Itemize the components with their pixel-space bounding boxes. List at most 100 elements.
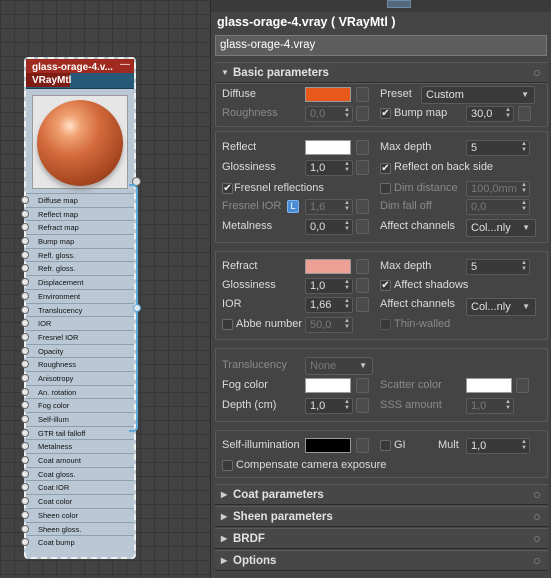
metalness-spinner[interactable]: 0,0 ▲ ▼ <box>305 219 353 235</box>
bump-map-checkbox[interactable]: ✔ <box>380 108 391 119</box>
socket-input-icon[interactable] <box>21 305 29 314</box>
section-coat-parameters[interactable]: ▶ Coat parameters <box>215 484 548 505</box>
node-socket-row[interactable]: Reflect map <box>21 206 134 221</box>
reflect-affect-channels-dropdown[interactable]: Col...nly ▼ <box>466 219 536 237</box>
material-node[interactable]: glass-orage-4.v... VRayMtl — Diffuse map… <box>21 57 141 559</box>
refract-map-button[interactable] <box>356 259 369 274</box>
node-socket-row[interactable]: Coat color <box>21 494 134 508</box>
socket-input-icon[interactable] <box>21 510 29 519</box>
mult-spinner[interactable]: 1,0 ▲ ▼ <box>466 438 530 454</box>
socket-input-icon[interactable] <box>21 237 29 246</box>
socket-input-icon[interactable] <box>21 264 29 273</box>
reflect-color-swatch[interactable] <box>305 140 351 155</box>
ior-spinner[interactable]: 1,66 ▲ ▼ <box>305 297 353 313</box>
node-socket-row[interactable]: Environment <box>21 288 134 303</box>
node-socket-row[interactable]: An. rotation <box>21 384 134 399</box>
reflect-glossiness-spinner[interactable]: 1,0 ▲ ▼ <box>305 160 353 176</box>
reflect-map-button[interactable] <box>356 140 369 155</box>
dim-distance-spinner[interactable]: 100,0mm ▲ ▼ <box>466 181 530 197</box>
fresnel-ior-spinner[interactable]: 1,6 ▲ ▼ <box>305 199 353 215</box>
node-socket-row[interactable]: Fog color <box>21 398 134 412</box>
node-socket-row[interactable]: Translucency <box>21 302 134 317</box>
socket-input-icon[interactable] <box>21 483 29 492</box>
socket-input-icon[interactable] <box>21 469 29 478</box>
roughness-spinner[interactable]: 0,0 ▲ ▼ <box>305 106 353 122</box>
node-socket-row[interactable]: Metalness <box>21 439 134 454</box>
socket-input-icon[interactable] <box>21 387 29 396</box>
refract-glossiness-map-button[interactable] <box>356 278 369 293</box>
thin-walled-checkbox[interactable] <box>380 319 391 330</box>
refract-affect-channels-dropdown[interactable]: Col...nly ▼ <box>466 298 536 316</box>
node-header[interactable]: glass-orage-4.v... VRayMtl — <box>26 59 134 89</box>
node-socket-row[interactable]: Sheen gloss. <box>21 521 134 536</box>
sss-amount-spinner[interactable]: 1,0 ▲ ▼ <box>466 398 514 414</box>
ior-map-button[interactable] <box>356 297 369 312</box>
compensate-exposure-checkbox[interactable] <box>222 460 233 471</box>
socket-input-icon[interactable] <box>21 332 29 341</box>
socket-input-icon[interactable] <box>21 456 29 465</box>
metalness-map-button[interactable] <box>356 219 369 234</box>
node-socket-row[interactable]: Displacement <box>21 275 134 289</box>
dim-distance-checkbox[interactable] <box>380 183 391 194</box>
translucency-dropdown[interactable]: None ▼ <box>305 357 373 375</box>
node-socket-row[interactable]: Coat gloss. <box>21 466 134 481</box>
node-socket-row[interactable]: GTR tail falloff <box>21 425 134 440</box>
depth-spinner[interactable]: 1,0 ▲ ▼ <box>305 398 353 414</box>
fresnel-ior-lock-button[interactable]: L <box>287 200 299 213</box>
node-socket-row[interactable]: Fresnel IOR <box>21 329 134 344</box>
section-sheen-parameters[interactable]: ▶ Sheen parameters <box>215 506 548 527</box>
section-brdf[interactable]: ▶ BRDF <box>215 528 548 549</box>
roughness-map-button[interactable] <box>356 106 369 121</box>
self-illumination-color-swatch[interactable] <box>305 438 351 453</box>
section-basic-parameters[interactable]: ▼ Basic parameters <box>215 62 548 83</box>
refract-glossiness-spinner[interactable]: 1,0 ▲ ▼ <box>305 278 353 294</box>
socket-input-icon[interactable] <box>21 346 29 355</box>
node-socket-row[interactable]: Diffuse map <box>21 193 134 207</box>
node-socket-row[interactable]: Coat amount <box>21 453 134 467</box>
preset-dropdown[interactable]: Custom ▼ <box>421 86 535 104</box>
socket-input-icon[interactable] <box>21 223 29 232</box>
socket-input-icon[interactable] <box>21 250 29 259</box>
node-socket-row[interactable]: Refl. gloss. <box>21 247 134 262</box>
node-socket-row[interactable]: Refract map <box>21 220 134 235</box>
section-options[interactable]: ▶ Options <box>215 550 548 571</box>
reflect-max-depth-spinner[interactable]: 5 ▲ ▼ <box>466 140 530 156</box>
socket-input-icon[interactable] <box>21 497 29 506</box>
socket-input-icon[interactable] <box>21 401 29 410</box>
socket-input-icon[interactable] <box>21 278 29 287</box>
material-name-field[interactable]: glass-orage-4.vray <box>215 35 547 56</box>
node-minimize-icon[interactable]: — <box>120 60 130 71</box>
reflect-glossiness-map-button[interactable] <box>356 160 369 175</box>
node-socket-row[interactable]: Coat IOR <box>21 480 134 495</box>
node-socket-row[interactable]: IOR <box>21 316 134 330</box>
scatter-color-map-button[interactable] <box>516 378 529 393</box>
socket-input-icon[interactable] <box>21 291 29 300</box>
dim-falloff-spinner[interactable]: 0,0 ▲ ▼ <box>466 199 530 215</box>
bump-map-button[interactable] <box>518 106 531 121</box>
gi-checkbox[interactable] <box>380 440 391 451</box>
socket-input-icon[interactable] <box>21 360 29 369</box>
node-connection-socket[interactable] <box>133 304 141 312</box>
depth-map-button[interactable] <box>356 398 369 413</box>
socket-input-icon[interactable] <box>21 428 29 437</box>
fresnel-ior-map-button[interactable] <box>356 199 369 214</box>
scatter-color-swatch[interactable] <box>466 378 512 393</box>
socket-input-icon[interactable] <box>21 524 29 533</box>
node-socket-row[interactable]: Roughness <box>21 357 134 371</box>
socket-input-icon[interactable] <box>21 319 29 328</box>
node-socket-row[interactable]: Opacity <box>21 343 134 358</box>
node-socket-row[interactable]: Anisotropy <box>21 370 134 385</box>
fog-color-swatch[interactable] <box>305 378 351 393</box>
socket-input-icon[interactable] <box>21 196 29 204</box>
socket-input-icon[interactable] <box>21 415 29 423</box>
self-illumination-map-button[interactable] <box>356 438 369 453</box>
fog-color-map-button[interactable] <box>356 378 369 393</box>
node-socket-row[interactable]: Sheen color <box>21 507 134 522</box>
socket-input-icon[interactable] <box>21 442 29 451</box>
diffuse-color-swatch[interactable] <box>305 87 351 102</box>
refract-max-depth-spinner[interactable]: 5 ▲ ▼ <box>466 259 530 275</box>
socket-input-icon[interactable] <box>21 538 29 547</box>
socket-input-icon[interactable] <box>21 373 29 382</box>
fresnel-checkbox[interactable]: ✔ <box>222 183 233 194</box>
diffuse-map-button[interactable] <box>356 87 369 102</box>
